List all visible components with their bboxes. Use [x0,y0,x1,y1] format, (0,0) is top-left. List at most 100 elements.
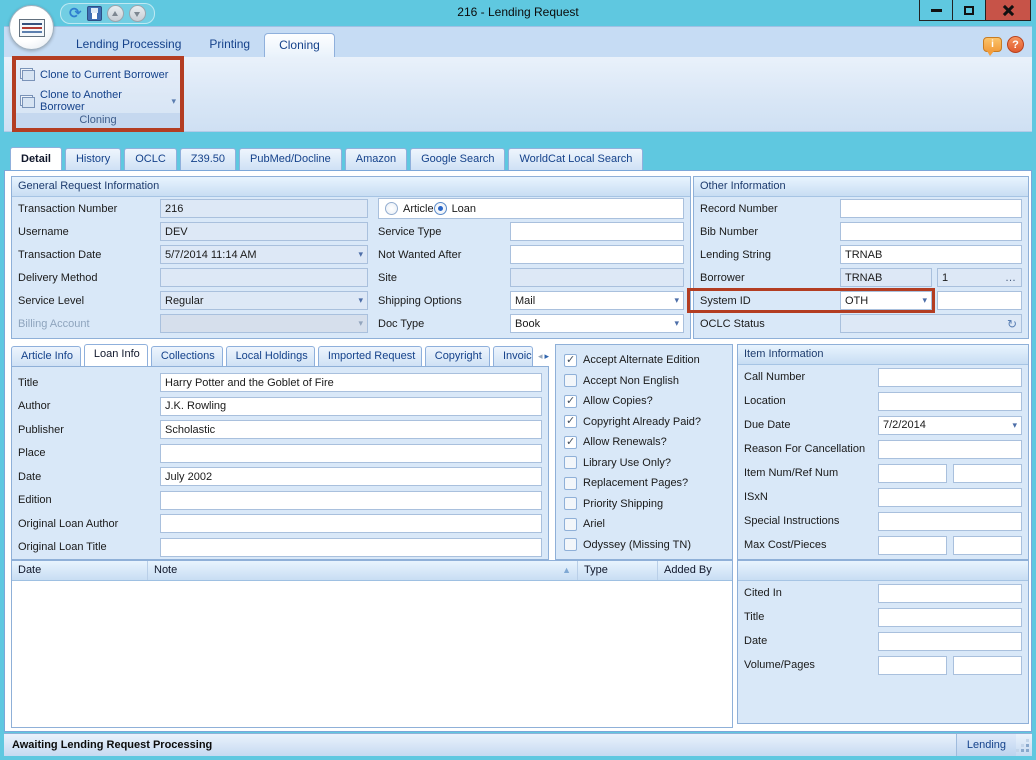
volume-field[interactable] [878,656,947,675]
checkbox-icon[interactable] [564,436,577,449]
due-date-dropdown[interactable]: 7/2/2014 ▾ [878,416,1022,435]
shipping-options-dropdown[interactable]: Mail ▾ [510,291,684,310]
delivery-method-field[interactable] [160,268,368,287]
resize-grip[interactable] [1016,734,1032,756]
original-loan-author-field[interactable] [160,514,542,533]
bib-number-field[interactable] [840,222,1022,241]
location-field[interactable] [878,392,1022,411]
checkbox-icon[interactable] [564,456,577,469]
reason-for-cancellation-field[interactable] [878,440,1022,459]
oclc-status-field[interactable]: ↻ [840,314,1022,333]
citation-title-field[interactable] [878,608,1022,627]
checkbox-icon[interactable] [564,477,577,490]
tab-detail[interactable]: Detail [10,147,62,170]
checkbox-icon[interactable] [564,415,577,428]
ribbon-tab-cloning[interactable]: Cloning [264,33,335,57]
flag-row[interactable]: Ariel [564,514,732,535]
item-num-field[interactable] [878,464,947,483]
checkbox-icon[interactable] [564,538,577,551]
doc-type-dropdown[interactable]: Book ▾ [510,314,684,333]
flag-row[interactable]: Priority Shipping [564,494,732,515]
flag-row[interactable]: Accept Non English [564,371,732,392]
close-button[interactable] [985,0,1031,21]
system-id-dropdown[interactable]: OTH ▾ [840,291,932,310]
ref-num-field[interactable] [953,464,1022,483]
publisher-field[interactable]: Scholastic [160,420,542,439]
notes-col-type[interactable]: Type [578,561,658,580]
notes-col-added-by[interactable]: Added By [658,561,732,580]
scroll-right-icon[interactable]: ▸ [544,351,549,362]
clone-to-another-borrower-button[interactable]: Clone to Another Borrower ▾ [16,83,180,113]
system-id-extra-field[interactable] [937,291,1022,310]
subtab-copyright[interactable]: Copyright [425,346,490,366]
browse-ellipsis-button[interactable]: … [1005,272,1017,284]
feedback-icon[interactable]: i [983,37,1002,52]
call-number-field[interactable] [878,368,1022,387]
username-field[interactable]: DEV [160,222,368,241]
flag-row[interactable]: Allow Copies? [564,391,732,412]
pages-field[interactable] [953,656,1022,675]
tab-z3950[interactable]: Z39.50 [180,148,236,170]
app-logo-icon[interactable] [9,5,54,50]
notes-col-note[interactable]: Note▲ [148,561,578,580]
tab-history[interactable]: History [65,148,121,170]
tab-worldcat-local-search[interactable]: WorldCat Local Search [508,148,643,170]
site-field[interactable] [510,268,684,287]
ribbon-tab-printing[interactable]: Printing [195,33,264,57]
flag-row[interactable]: Accept Alternate Edition [564,350,732,371]
borrower-seq-field[interactable]: 1 … [937,268,1022,287]
subtab-collections[interactable]: Collections [151,346,223,366]
checkbox-icon[interactable] [564,518,577,531]
isxn-field[interactable] [878,488,1022,507]
notes-col-date[interactable]: Date [12,561,148,580]
service-type-field[interactable] [510,222,684,241]
subtab-invoice[interactable]: Invoic [493,346,533,366]
special-instructions-field[interactable] [878,512,1022,531]
lending-string-field[interactable]: TRNAB [840,245,1022,264]
loan-radio[interactable] [434,202,447,215]
tab-oclc[interactable]: OCLC [124,148,177,170]
tab-amazon[interactable]: Amazon [345,148,407,170]
tab-pubmed-docline[interactable]: PubMed/Docline [239,148,342,170]
pieces-field[interactable] [953,536,1022,555]
ribbon-tab-lending-processing[interactable]: Lending Processing [62,33,195,57]
not-wanted-after-field[interactable] [510,245,684,264]
borrower-field[interactable]: TRNAB [840,268,932,287]
flag-row[interactable]: Library Use Only? [564,453,732,474]
next-record-button[interactable] [129,5,146,22]
author-field[interactable]: J.K. Rowling [160,397,542,416]
flag-row[interactable]: Allow Renewals? [564,432,732,453]
subtab-local-holdings[interactable]: Local Holdings [226,346,315,366]
place-field[interactable] [160,444,542,463]
date-field[interactable]: July 2002 [160,467,542,486]
transaction-number-field[interactable]: 216 [160,199,368,218]
title-field[interactable]: Harry Potter and the Goblet of Fire [160,373,542,392]
flag-row[interactable]: Odyssey (Missing TN) [564,535,732,556]
help-icon[interactable]: ? [1007,36,1024,53]
checkbox-icon[interactable] [564,374,577,387]
refresh-icon[interactable]: ⟳ [69,6,82,21]
save-icon[interactable] [87,6,102,21]
transaction-date-dropdown[interactable]: 5/7/2014 11:14 AM ▾ [160,245,368,264]
checkbox-icon[interactable] [564,497,577,510]
checkbox-icon[interactable] [564,395,577,408]
edition-field[interactable] [160,491,542,510]
cited-in-field[interactable] [878,584,1022,603]
minimize-button[interactable] [919,0,953,21]
subtab-imported-request[interactable]: Imported Request [318,346,422,366]
subtab-loan-info[interactable]: Loan Info [84,344,148,366]
citation-date-field[interactable] [878,632,1022,651]
original-loan-title-field[interactable] [160,538,542,557]
article-radio[interactable] [385,202,398,215]
clone-to-current-borrower-button[interactable]: Clone to Current Borrower [16,60,180,83]
flag-row[interactable]: Copyright Already Paid? [564,412,732,433]
scroll-left-icon[interactable]: ◂ [538,351,543,362]
service-level-dropdown[interactable]: Regular ▾ [160,291,368,310]
oclc-refresh-icon[interactable]: ↻ [1007,317,1017,331]
flag-row[interactable]: Replacement Pages? [564,473,732,494]
maximize-button[interactable] [952,0,986,21]
max-cost-field[interactable] [878,536,947,555]
tab-google-search[interactable]: Google Search [410,148,505,170]
subtab-article-info[interactable]: Article Info [11,346,81,366]
previous-record-button[interactable] [107,5,124,22]
